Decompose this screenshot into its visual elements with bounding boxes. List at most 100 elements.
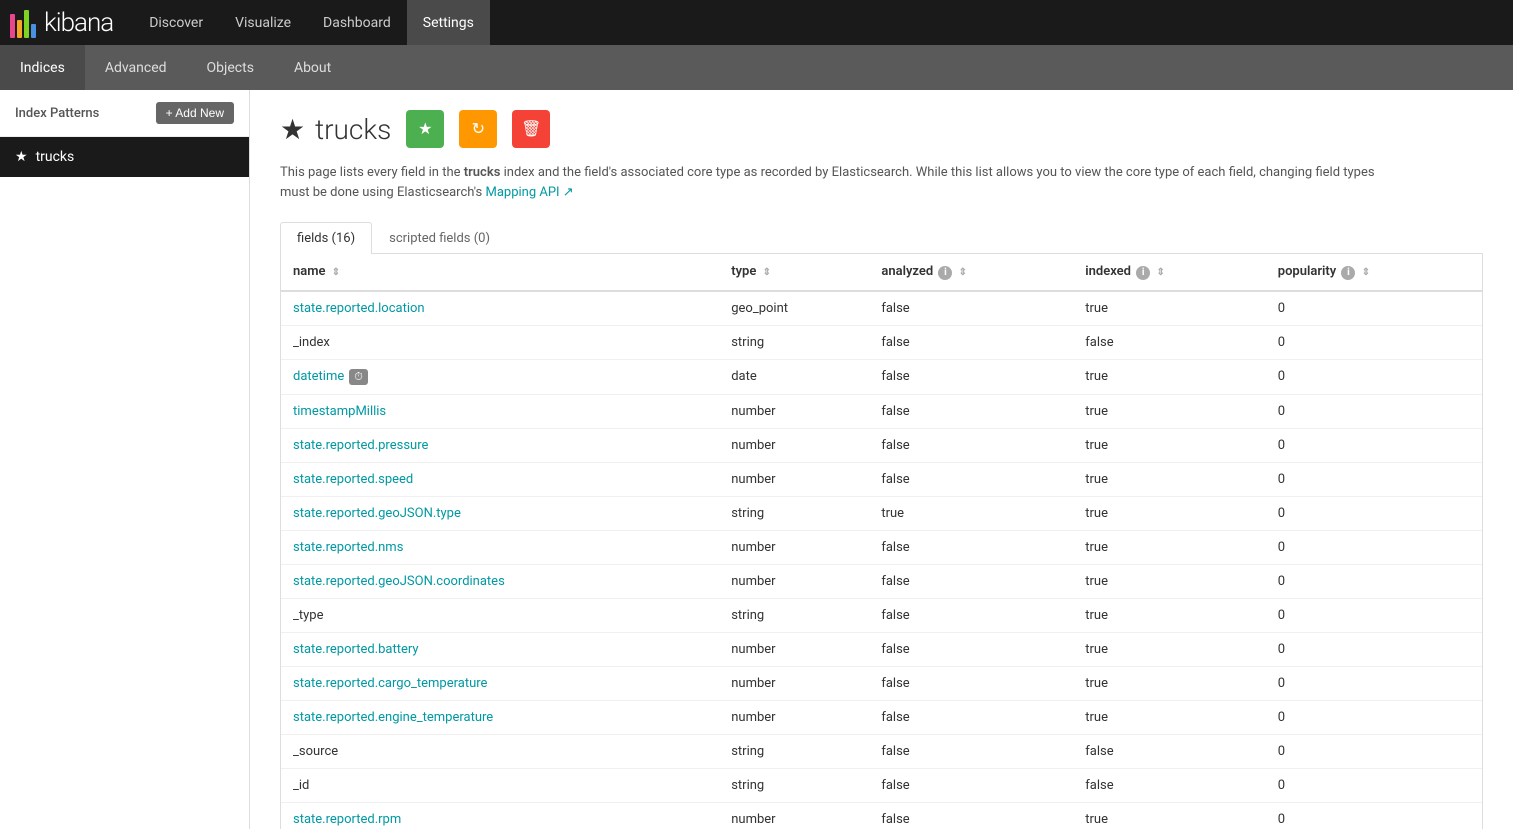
- field-type-cell: number: [719, 802, 869, 829]
- nav-settings[interactable]: Settings: [407, 0, 490, 45]
- field-analyzed-cell: false: [869, 802, 1073, 829]
- tab-fields[interactable]: fields (16): [280, 222, 372, 254]
- nav-visualize[interactable]: Visualize: [219, 0, 307, 45]
- col-type-sort[interactable]: ⇕: [763, 267, 771, 278]
- subnav-about[interactable]: About: [274, 45, 351, 90]
- field-name-cell: state.reported.location: [281, 291, 719, 326]
- field-name-link[interactable]: state.reported.battery: [293, 642, 419, 657]
- field-name-cell: state.reported.geoJSON.type: [281, 496, 719, 530]
- field-analyzed-cell: false: [869, 291, 1073, 326]
- table-row: state.reported.engine_temperaturenumberf…: [281, 700, 1482, 734]
- sidebar-item-label: trucks: [36, 149, 75, 165]
- field-name-link[interactable]: state.reported.geoJSON.coordinates: [293, 574, 505, 589]
- subnav-indices[interactable]: Indices: [0, 45, 85, 90]
- subnav-advanced[interactable]: Advanced: [85, 45, 187, 90]
- field-name-cell: _source: [281, 734, 719, 768]
- field-name-link[interactable]: timestampMillis: [293, 404, 386, 419]
- field-name-cell: datetime ⏱: [281, 359, 719, 394]
- field-analyzed-cell: true: [869, 496, 1073, 530]
- field-popularity-cell: 0: [1266, 291, 1482, 326]
- field-popularity-cell: 0: [1266, 564, 1482, 598]
- nav-discover[interactable]: Discover: [133, 0, 219, 45]
- field-name-link[interactable]: state.reported.cargo_temperature: [293, 676, 487, 691]
- nav-dashboard[interactable]: Dashboard: [307, 0, 407, 45]
- field-name-link[interactable]: state.reported.location: [293, 301, 425, 316]
- table-row: state.reported.geoJSON.typestringtruetru…: [281, 496, 1482, 530]
- analyzed-info-icon: i: [938, 266, 952, 280]
- field-popularity-cell: 0: [1266, 428, 1482, 462]
- field-name-link[interactable]: state.reported.engine_temperature: [293, 710, 493, 725]
- field-name-cell: state.reported.rpm: [281, 802, 719, 829]
- col-name-sort[interactable]: ⇕: [332, 267, 340, 278]
- sidebar-header: Index Patterns + Add New: [0, 90, 249, 137]
- field-type-cell: date: [719, 359, 869, 394]
- field-analyzed-cell: false: [869, 359, 1073, 394]
- content-area: ★ trucks ★ ↻ 🗑 This page lists every fie…: [250, 90, 1513, 829]
- logo: kibana: [10, 8, 113, 38]
- index-title-row: ★ trucks ★ ↻ 🗑: [280, 110, 1483, 148]
- field-popularity-cell: 0: [1266, 802, 1482, 829]
- field-popularity-cell: 0: [1266, 666, 1482, 700]
- field-name-link[interactable]: datetime: [293, 369, 344, 384]
- field-popularity-cell: 0: [1266, 598, 1482, 632]
- field-popularity-cell: 0: [1266, 700, 1482, 734]
- col-indexed-sort[interactable]: ⇕: [1156, 267, 1164, 278]
- sidebar-item-trucks[interactable]: ★ trucks: [0, 137, 249, 177]
- table-row: _sourcestringfalsefalse0: [281, 734, 1482, 768]
- col-analyzed: analyzed i ⇕: [869, 254, 1073, 291]
- table-header-row: name ⇕ type ⇕ analyzed i ⇕: [281, 254, 1482, 291]
- logo-bar-4: [31, 24, 36, 38]
- delete-button[interactable]: 🗑: [512, 110, 550, 148]
- sub-nav: Indices Advanced Objects About: [0, 45, 1513, 90]
- field-analyzed-cell: false: [869, 666, 1073, 700]
- col-type: type ⇕: [719, 254, 869, 291]
- star-button[interactable]: ★: [406, 110, 444, 148]
- field-popularity-cell: 0: [1266, 359, 1482, 394]
- star-icon: ★: [15, 149, 28, 165]
- field-type-cell: string: [719, 325, 869, 359]
- field-indexed-cell: true: [1073, 496, 1266, 530]
- field-name-link[interactable]: state.reported.speed: [293, 472, 413, 487]
- field-type-cell: string: [719, 496, 869, 530]
- refresh-button[interactable]: ↻: [459, 110, 497, 148]
- field-analyzed-cell: false: [869, 530, 1073, 564]
- field-type-cell: geo_point: [719, 291, 869, 326]
- field-name-link[interactable]: state.reported.pressure: [293, 438, 428, 453]
- field-name-cell: timestampMillis: [281, 394, 719, 428]
- table-row: state.reported.rpmnumberfalsetrue0: [281, 802, 1482, 829]
- add-new-button[interactable]: + Add New: [156, 102, 234, 124]
- table-row: state.reported.nmsnumberfalsetrue0: [281, 530, 1482, 564]
- table-row: state.reported.pressurenumberfalsetrue0: [281, 428, 1482, 462]
- subnav-objects[interactable]: Objects: [187, 45, 274, 90]
- field-type-cell: number: [719, 564, 869, 598]
- field-type-cell: number: [719, 530, 869, 564]
- field-indexed-cell: true: [1073, 666, 1266, 700]
- field-type-cell: number: [719, 632, 869, 666]
- field-type-cell: string: [719, 598, 869, 632]
- fields-table-container: name ⇕ type ⇕ analyzed i ⇕: [280, 254, 1483, 829]
- field-analyzed-cell: false: [869, 734, 1073, 768]
- col-analyzed-sort[interactable]: ⇕: [959, 267, 967, 278]
- field-analyzed-cell: false: [869, 598, 1073, 632]
- field-indexed-cell: false: [1073, 734, 1266, 768]
- col-popularity: popularity i ⇕: [1266, 254, 1482, 291]
- table-row: state.reported.speednumberfalsetrue0: [281, 462, 1482, 496]
- field-name-link[interactable]: state.reported.geoJSON.type: [293, 506, 461, 521]
- field-name-link[interactable]: state.reported.rpm: [293, 812, 401, 827]
- col-indexed-label: indexed: [1085, 264, 1131, 279]
- field-indexed-cell: true: [1073, 632, 1266, 666]
- field-popularity-cell: 0: [1266, 734, 1482, 768]
- col-name-label: name: [293, 264, 326, 279]
- table-row: state.reported.locationgeo_pointfalsetru…: [281, 291, 1482, 326]
- clock-badge: ⏱: [349, 369, 368, 385]
- field-popularity-cell: 0: [1266, 632, 1482, 666]
- field-name-link[interactable]: state.reported.nms: [293, 540, 403, 555]
- field-indexed-cell: true: [1073, 359, 1266, 394]
- field-type-cell: string: [719, 768, 869, 802]
- tab-scripted-fields[interactable]: scripted fields (0): [372, 222, 507, 254]
- field-indexed-cell: false: [1073, 325, 1266, 359]
- field-analyzed-cell: false: [869, 325, 1073, 359]
- mapping-api-link[interactable]: Mapping API ↗: [485, 185, 573, 200]
- field-type-cell: number: [719, 428, 869, 462]
- col-popularity-sort[interactable]: ⇕: [1362, 267, 1370, 278]
